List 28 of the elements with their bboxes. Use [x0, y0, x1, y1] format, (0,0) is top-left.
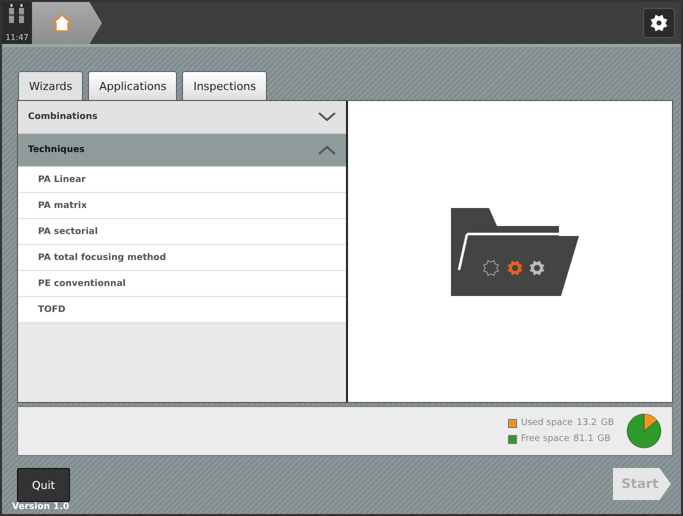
storage-value: 13.2: [576, 418, 597, 428]
settings-icon: [649, 13, 669, 34]
version-label: Version 1.0: [12, 502, 70, 512]
folder-icon: [449, 206, 581, 298]
clock-time: 11:47: [5, 33, 29, 42]
storage-label: Used space: [521, 418, 573, 428]
storage-label: Free space: [521, 434, 570, 444]
section-header[interactable]: Combinations: [18, 101, 346, 134]
settings-button[interactable]: [643, 8, 675, 38]
storage-unit: GB: [600, 418, 614, 428]
tab[interactable]: Applications: [88, 71, 178, 100]
chevron-down-icon: [318, 112, 336, 122]
storage-unit: GB: [597, 434, 611, 444]
list-item[interactable]: PE conventionnal: [18, 271, 346, 298]
list-item[interactable]: PA total focusing method: [18, 245, 346, 272]
list-item[interactable]: TOFD: [18, 297, 346, 324]
list-item[interactable]: PA Linear: [18, 167, 346, 194]
home-button[interactable]: [32, 2, 102, 44]
list-item[interactable]: PA sectorial: [18, 219, 346, 246]
list-item[interactable]: PA matrix: [18, 193, 346, 220]
home-icon: [52, 14, 72, 32]
chevron-up-icon: [318, 145, 336, 156]
quit-button[interactable]: Quit: [17, 468, 70, 502]
section-header[interactable]: Techniques: [18, 134, 346, 168]
tab[interactable]: Inspections: [182, 71, 267, 100]
storage-value: 81.1: [573, 434, 594, 444]
battery-icon: [7, 4, 27, 24]
tab[interactable]: Wizards: [18, 71, 84, 100]
